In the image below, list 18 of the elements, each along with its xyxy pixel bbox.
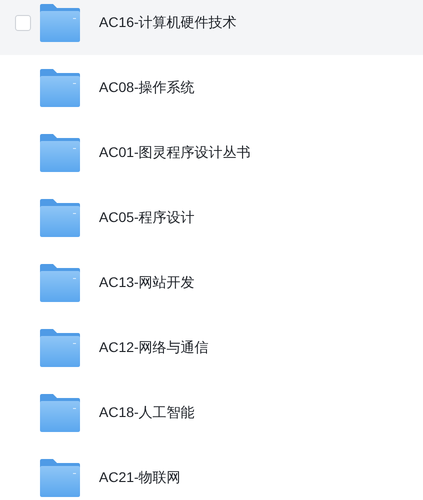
folder-icon bbox=[40, 134, 80, 172]
folder-name: AC13-网站开发 bbox=[99, 273, 195, 292]
folder-icon bbox=[40, 4, 80, 42]
folder-name: AC21-物联网 bbox=[99, 468, 181, 487]
checkbox[interactable] bbox=[15, 14, 31, 30]
folder-row[interactable]: AC16-计算机硬件技术 bbox=[0, 0, 423, 55]
folder-name: AC01-图灵程序设计丛书 bbox=[99, 143, 251, 162]
folder-icon bbox=[40, 198, 80, 236]
folder-icon bbox=[40, 264, 80, 302]
folder-icon bbox=[40, 328, 80, 366]
folder-icon bbox=[40, 458, 80, 496]
folder-name: AC18-人工智能 bbox=[99, 403, 195, 422]
folder-icon bbox=[40, 68, 80, 106]
folder-name: AC12-网络与通信 bbox=[99, 338, 209, 357]
folder-name: AC16-计算机硬件技术 bbox=[99, 13, 237, 32]
folder-icon bbox=[40, 394, 80, 432]
folder-name: AC08-操作系统 bbox=[99, 78, 195, 97]
folder-name: AC05-程序设计 bbox=[99, 208, 195, 227]
